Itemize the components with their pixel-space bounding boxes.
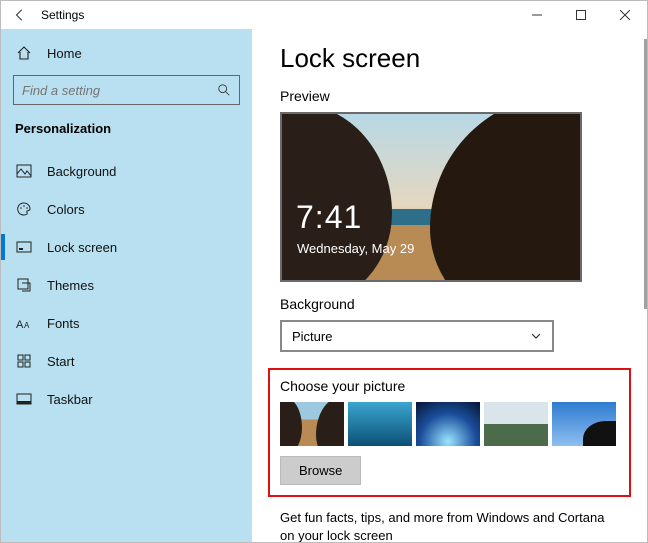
settings-window: Settings Home Persona: [0, 0, 648, 543]
sidebar-item-label: Colors: [47, 202, 85, 217]
titlebar: Settings: [1, 1, 647, 29]
sidebar-item-label: Start: [47, 354, 74, 369]
picture-thumb-4[interactable]: [484, 402, 548, 446]
picture-thumb-2[interactable]: [348, 402, 412, 446]
background-dropdown[interactable]: Picture: [280, 320, 554, 352]
sidebar-item-colors[interactable]: Colors: [9, 190, 244, 228]
background-value: Picture: [292, 329, 332, 344]
palette-icon: [15, 200, 33, 218]
choose-picture-label: Choose your picture: [280, 378, 619, 394]
picture-thumb-3[interactable]: [416, 402, 480, 446]
scrollbar[interactable]: [644, 39, 647, 309]
sidebar-item-taskbar[interactable]: Taskbar: [9, 380, 244, 418]
sidebar-item-lockscreen[interactable]: Lock screen: [9, 228, 244, 266]
lockscreen-preview: 7:41 Wednesday, May 29: [280, 112, 582, 282]
close-button[interactable]: [603, 1, 647, 29]
svg-text:A: A: [24, 321, 30, 330]
home-icon: [15, 44, 33, 62]
sidebar-home[interactable]: Home: [9, 35, 244, 71]
browse-button[interactable]: Browse: [280, 456, 361, 485]
chevron-down-icon: [530, 330, 542, 342]
search-icon: [217, 83, 231, 97]
sidebar-item-start[interactable]: Start: [9, 342, 244, 380]
sidebar: Home Personalization Background: [1, 29, 252, 542]
background-label: Background: [280, 296, 619, 312]
sidebar-section-label: Personalization: [9, 115, 244, 146]
page-title: Lock screen: [280, 43, 619, 74]
sidebar-item-background[interactable]: Background: [9, 152, 244, 190]
image-icon: [15, 162, 33, 180]
search-input-wrapper[interactable]: [13, 75, 240, 105]
window-title: Settings: [41, 8, 84, 22]
taskbar-icon: [15, 390, 33, 408]
fun-facts-text: Get fun facts, tips, and more from Windo…: [280, 509, 619, 542]
picture-thumbnails: [280, 402, 619, 446]
content-pane: Lock screen Preview 7:41 Wednesday, May …: [252, 29, 647, 542]
sidebar-item-label: Taskbar: [47, 392, 93, 407]
sidebar-item-label: Background: [47, 164, 116, 179]
minimize-button[interactable]: [515, 1, 559, 29]
maximize-button[interactable]: [559, 1, 603, 29]
fonts-icon: AA: [15, 314, 33, 332]
sidebar-item-themes[interactable]: Themes: [9, 266, 244, 304]
sidebar-item-label: Fonts: [47, 316, 80, 331]
preview-time: 7:41: [296, 199, 362, 236]
choose-picture-section: Choose your picture Browse: [268, 368, 631, 497]
preview-date: Wednesday, May 29: [297, 241, 414, 256]
sidebar-item-fonts[interactable]: AA Fonts: [9, 304, 244, 342]
sidebar-home-label: Home: [47, 46, 82, 61]
preview-label: Preview: [280, 88, 619, 104]
lockscreen-icon: [15, 238, 33, 256]
start-icon: [15, 352, 33, 370]
back-icon[interactable]: [13, 8, 27, 22]
picture-thumb-5[interactable]: [552, 402, 616, 446]
sidebar-item-label: Lock screen: [47, 240, 117, 255]
picture-thumb-1[interactable]: [280, 402, 344, 446]
sidebar-item-label: Themes: [47, 278, 94, 293]
themes-icon: [15, 276, 33, 294]
search-input[interactable]: [22, 83, 217, 98]
svg-text:A: A: [16, 319, 24, 331]
